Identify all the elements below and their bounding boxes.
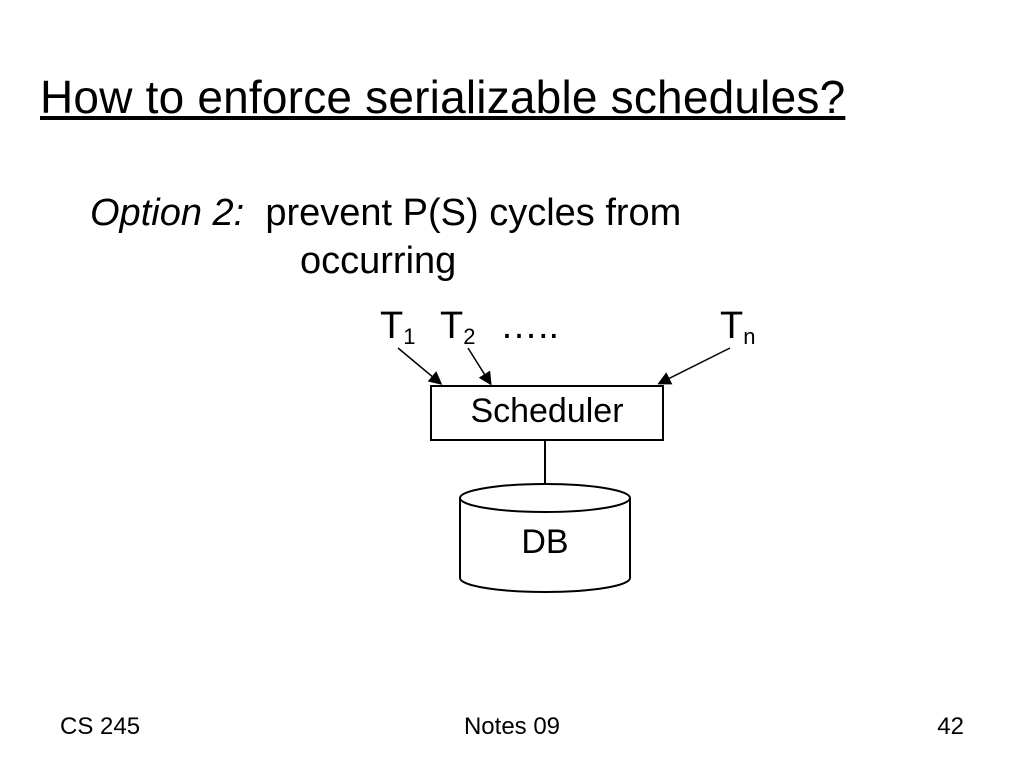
scheduler-box: Scheduler	[430, 385, 664, 441]
db-label: DB	[460, 523, 630, 562]
dots-label: …..	[500, 305, 559, 348]
option-line2: occurring	[300, 238, 681, 286]
footer-notes: Notes 09	[0, 713, 1024, 741]
t2-label: T2	[440, 305, 475, 348]
slide-title: How to enforce serializable schedules?	[40, 70, 845, 124]
tn-label: Tn	[720, 305, 755, 348]
footer-page: 42	[937, 713, 964, 741]
option-line1: prevent P(S) cycles from	[265, 192, 681, 234]
t1-label: T1	[380, 305, 415, 348]
option-text: Option 2: prevent P(S) cycles from occur…	[90, 190, 681, 285]
option-label: Option 2:	[90, 192, 244, 234]
